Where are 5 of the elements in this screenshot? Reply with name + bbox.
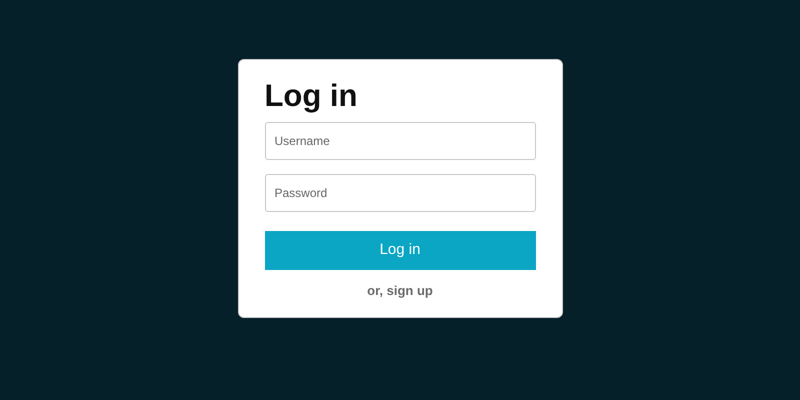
input-field[interactable]: Password [264,174,536,212]
login-title: Log in [264,78,358,114]
login-button[interactable]: Log in [264,231,536,270]
signup-link[interactable]: or, sign up [367,281,433,300]
input-field[interactable]: Username [264,122,536,160]
